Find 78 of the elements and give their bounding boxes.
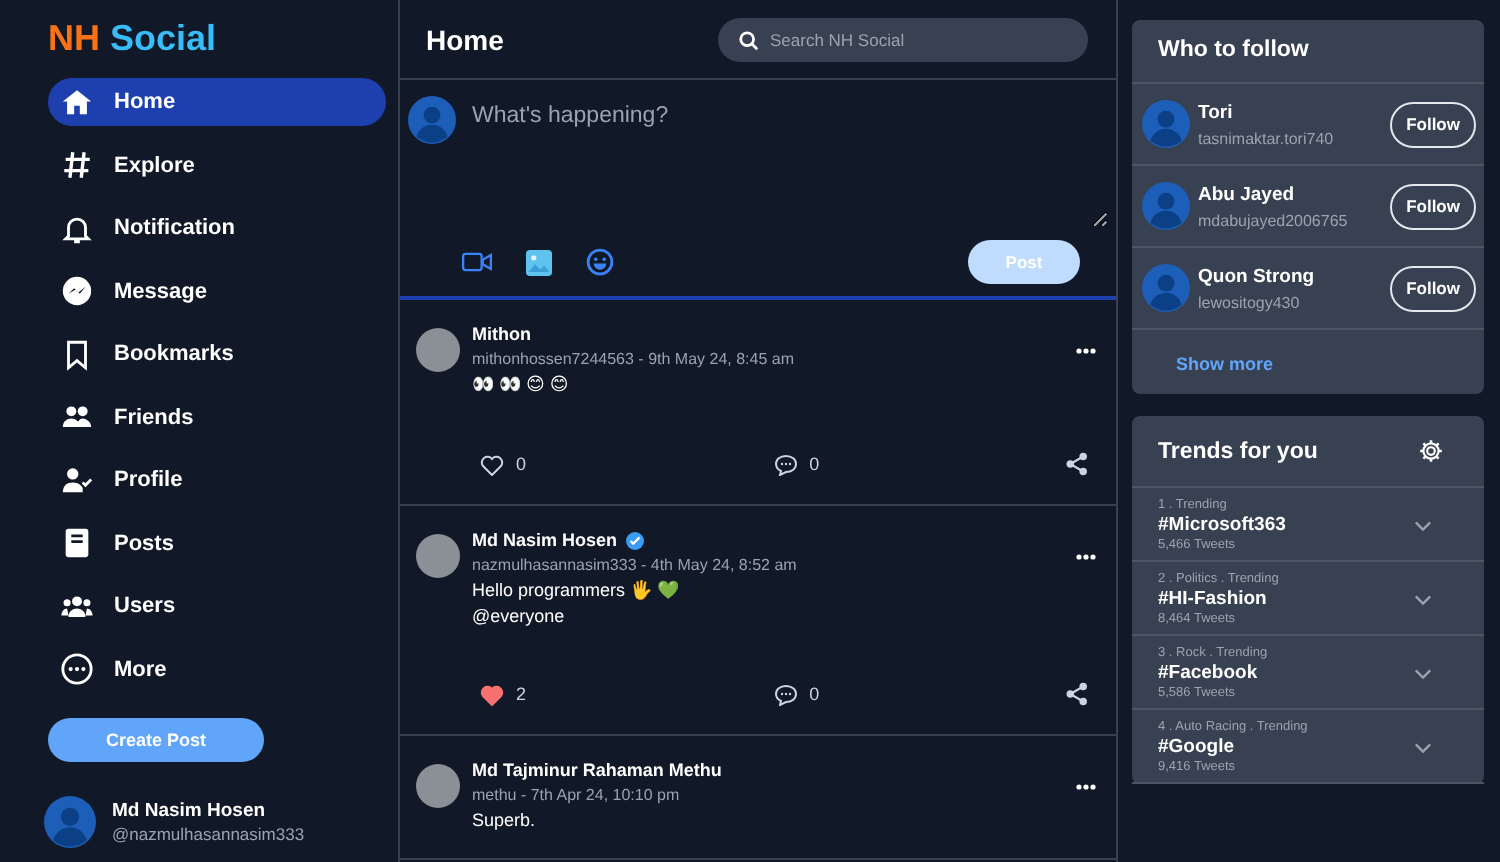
chevron-down-icon[interactable] [1414,667,1432,679]
comment-icon[interactable] [773,453,798,475]
avatar-icon [1142,264,1190,312]
avatar-photo-placeholder [416,764,460,808]
comment-count: 0 [809,684,820,704]
more-icon[interactable] [1076,348,1096,354]
avatar-photo-placeholder [416,328,460,372]
chevron-down-icon[interactable] [1414,593,1432,605]
follow-button[interactable]: Follow [1390,265,1476,311]
nav-item[interactable]: Users [48,582,386,630]
video-icon[interactable] [462,250,492,274]
settings-icon[interactable] [1418,438,1444,464]
share-icon[interactable] [1066,682,1088,706]
nav-item[interactable]: Notification [48,204,386,252]
nav-icon [60,463,94,497]
author-name: Mithon [472,324,531,344]
post-text: Superb. [472,810,538,830]
chevron-down-icon[interactable] [1414,519,1432,531]
chevron-down-icon[interactable] [1414,741,1432,753]
trend-hashtag[interactable]: #Facebook [1158,662,1268,684]
user-handle: tasnimaktar.tori740 [1198,129,1336,147]
more-icon[interactable] [1076,554,1096,560]
nav-item[interactable]: Home [48,78,386,126]
avatar-icon [44,795,96,847]
heart-icon[interactable] [480,683,504,705]
nav-icon [60,526,94,560]
search-icon [738,29,760,51]
page-title: Home [426,23,504,55]
user-handle: @nazmulhasannasim333 [112,823,305,843]
user-name: Abu Jayed [1198,183,1297,205]
card-title: Trends for you [1158,439,1318,463]
emoji-icon[interactable] [586,248,614,276]
trend-hashtag[interactable]: #Microsoft363 [1158,514,1286,536]
nav-item[interactable]: Friends [48,393,386,441]
avatar-icon [408,96,456,144]
user-name: Quon Strong [1198,265,1317,287]
card-title: Who to follow [1132,20,1484,84]
nav-item[interactable]: Message [48,267,386,315]
like-count: 2 [516,684,527,704]
avatar-icon [1142,100,1190,148]
comment-count: 0 [809,454,820,474]
nav-icon [60,148,94,182]
post-input[interactable]: What's happening? [472,96,1108,228]
nav-icon [60,85,94,119]
trend-hashtag[interactable]: #HI-Fashion [1158,588,1279,610]
author-name: Md Tajminur Rahaman Methu [472,760,722,780]
post-text: 👀 👀 😊 😊 [472,374,571,396]
user-name: Md Nasim Hosen [112,799,268,821]
user-name: Tori [1198,101,1235,123]
follow-button[interactable]: Follow [1390,101,1476,147]
share-icon[interactable] [1066,452,1088,476]
post-meta: nazmulhasannasim333 - 4th May 24, 8:52 am [472,556,799,574]
post-meta: methu - 7th Apr 24, 10:10 pm [472,786,682,804]
author-name: Md Nasim Hosen [472,530,618,550]
nav-item[interactable]: Posts [48,519,386,567]
user-handle: lewositogy430 [1198,293,1302,311]
user-handle: mdabujayed2006765 [1198,211,1350,229]
heart-icon[interactable] [480,453,504,475]
nav-item[interactable]: Explore [48,141,386,189]
nav-icon [60,652,94,686]
post-meta: mithonhossen7244563 - 9th May 24, 8:45 am [472,350,796,368]
show-more-link[interactable]: Show more [1176,354,1274,374]
post-text: @everyone [472,606,567,626]
search-field[interactable]: Search NH Social [718,17,1088,61]
avatar-photo-placeholder [416,534,460,578]
nav-item[interactable]: Profile [48,456,386,504]
trend-hashtag[interactable]: #Google [1158,736,1308,758]
nav-item[interactable]: More [48,645,386,693]
image-icon[interactable] [526,249,552,275]
avatar-icon [1142,182,1190,230]
follow-button[interactable]: Follow [1390,183,1476,229]
like-count: 0 [516,454,527,474]
logo-text: NH Social [48,18,219,60]
comment-icon[interactable] [773,683,798,705]
post-text: Hello programmers 🖐 💚 [472,580,682,600]
more-icon[interactable] [1076,784,1096,790]
nav-item[interactable]: Bookmarks [48,330,386,378]
nav-icon [60,274,94,308]
